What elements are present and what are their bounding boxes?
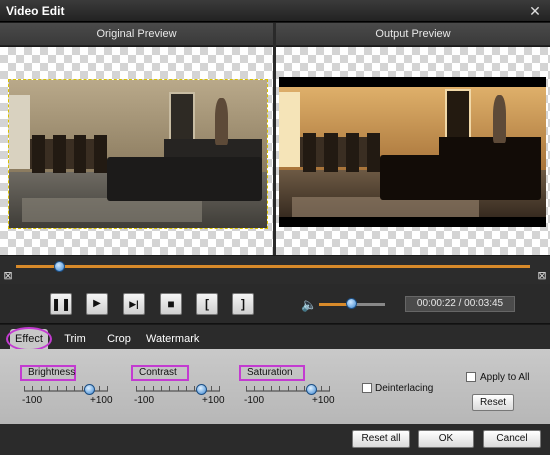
contrast-min: -100 <box>134 395 155 406</box>
brightness-slider[interactable] <box>24 384 108 395</box>
video-scene <box>9 80 267 228</box>
slider-tick <box>219 386 220 391</box>
time-display: 00:00:22 / 00:03:45 <box>405 296 515 312</box>
slider-tick <box>99 386 100 391</box>
slider-tick <box>246 386 247 391</box>
original-preview-pane <box>0 47 273 255</box>
tab-crop[interactable]: Crop <box>104 329 134 349</box>
slider-tick <box>41 386 42 391</box>
slider-tick <box>136 386 137 391</box>
original-preview-label: Original Preview <box>0 23 273 46</box>
original-video-frame[interactable] <box>8 79 268 229</box>
slider-tick <box>74 386 75 391</box>
slider-tick <box>254 386 255 391</box>
window-title: Video Edit <box>6 4 65 18</box>
saturation-max: +100 <box>312 395 335 406</box>
output-video-frame <box>279 77 546 227</box>
effect-panel: Brightness -100 +100 Contrast -100 +100 … <box>0 349 550 424</box>
brightness-knob[interactable] <box>84 384 96 395</box>
tab-label: Trim <box>64 333 86 345</box>
edit-tabs: Effect Trim Crop Watermark <box>0 325 550 351</box>
contrast-max: +100 <box>202 395 225 406</box>
slider-tick <box>153 386 154 391</box>
mark-out-button[interactable]: ] <box>232 293 254 315</box>
tab-watermark[interactable]: Watermark <box>146 329 200 349</box>
slider-tick <box>211 386 212 391</box>
saturation-label: Saturation <box>239 365 305 381</box>
trim-end-marker-icon[interactable]: ⊠ <box>536 269 548 283</box>
mark-in-button[interactable]: [ <box>196 293 218 315</box>
reset-button[interactable]: Reset <box>472 394 514 411</box>
play-button[interactable]: ▶ <box>86 293 108 315</box>
slider-tick <box>32 386 33 391</box>
saturation-slider[interactable] <box>246 384 330 395</box>
slider-tick <box>321 386 322 391</box>
tab-label: Crop <box>107 333 131 345</box>
ok-button[interactable]: OK <box>418 430 474 448</box>
video-scene <box>279 77 546 227</box>
slider-tick <box>82 386 83 391</box>
tab-label: Watermark <box>146 333 200 345</box>
dialog-footer: Reset all OK Cancel <box>0 424 550 455</box>
pause-button[interactable]: ❚❚ <box>50 293 72 315</box>
brightness-label: Brightness <box>20 365 76 381</box>
slider-tick <box>329 386 330 391</box>
apply-to-all-label: Apply to All <box>480 372 530 383</box>
slider-tick <box>107 386 108 391</box>
slider-tick <box>144 386 145 391</box>
deinterlacing-checkbox[interactable] <box>362 383 372 393</box>
deinterlacing-label: Deinterlacing <box>375 383 434 394</box>
slider-tick <box>57 386 58 391</box>
output-preview-pane <box>276 47 550 255</box>
timeline-playhead[interactable] <box>53 261 65 272</box>
timeline-track[interactable] <box>16 265 530 268</box>
tab-effect[interactable]: Effect <box>6 327 52 351</box>
slider-tick <box>161 386 162 391</box>
brightness-min: -100 <box>22 395 43 406</box>
slider-tick <box>178 386 179 391</box>
slider-tick <box>271 386 272 391</box>
brightness-max: +100 <box>90 395 113 406</box>
volume-icon[interactable]: 🔈 <box>301 297 317 313</box>
volume-knob[interactable] <box>346 298 357 309</box>
cancel-button[interactable]: Cancel <box>483 430 541 448</box>
saturation-knob[interactable] <box>306 384 318 395</box>
slider-tick <box>194 386 195 391</box>
slider-tick <box>169 386 170 391</box>
slider-tick <box>49 386 50 391</box>
contrast-knob[interactable] <box>196 384 208 395</box>
slider-tick <box>304 386 305 391</box>
trim-start-marker-icon[interactable]: ⊠ <box>2 269 14 283</box>
output-preview-label: Output Preview <box>276 23 550 46</box>
reset-all-button[interactable]: Reset all <box>352 430 410 448</box>
timeline: ⊠ ⊠ <box>0 256 550 284</box>
slider-tick <box>279 386 280 391</box>
tab-trim[interactable]: Trim <box>60 329 90 349</box>
slider-tick <box>263 386 264 391</box>
highlight-ring <box>6 327 52 351</box>
slider-tick <box>24 386 25 391</box>
slider-tick <box>186 386 187 391</box>
step-forward-button[interactable]: ▶| <box>123 293 145 315</box>
saturation-min: -100 <box>244 395 265 406</box>
slider-tick <box>296 386 297 391</box>
slider-tick <box>66 386 67 391</box>
title-bar: Video Edit ✕ <box>0 0 550 22</box>
apply-to-all-checkbox[interactable] <box>466 372 476 382</box>
contrast-label: Contrast <box>131 365 189 381</box>
close-icon[interactable]: ✕ <box>526 2 544 20</box>
playback-controls: ❚❚ ▶ ▶| ■ [ ] 🔈 00:00:22 / 00:03:45 <box>0 284 550 324</box>
contrast-slider[interactable] <box>136 384 220 395</box>
slider-tick <box>288 386 289 391</box>
stop-button[interactable]: ■ <box>160 293 182 315</box>
